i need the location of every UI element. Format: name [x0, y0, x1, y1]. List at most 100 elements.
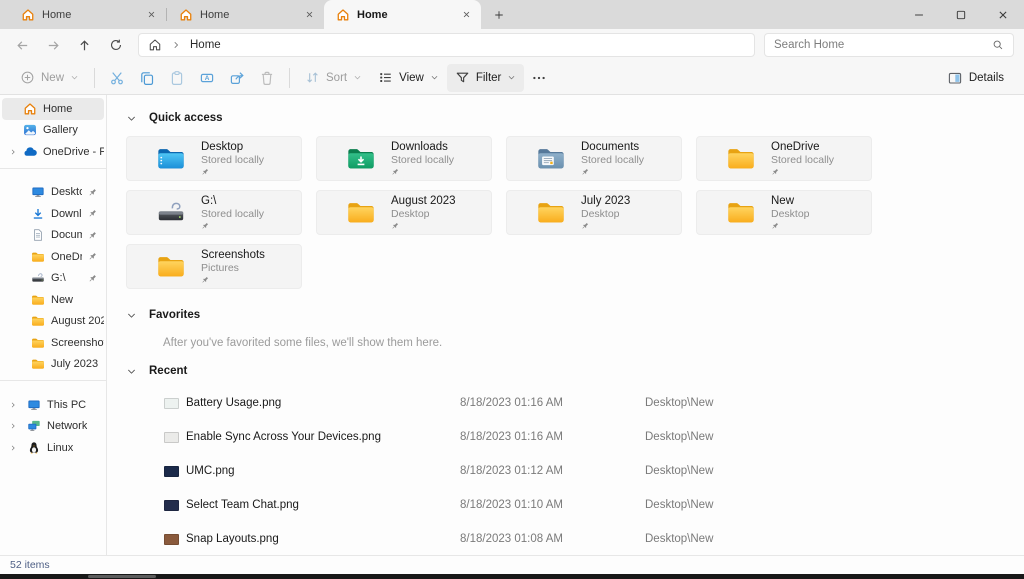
pin-icon[interactable]: [88, 274, 97, 283]
tab-close-icon[interactable]: [458, 6, 475, 23]
pin-icon: [201, 222, 264, 230]
pin-icon: [581, 168, 644, 176]
sidebar-item-downloads[interactable]: Downloads: [2, 203, 104, 225]
sidebar-item-label: July 2023: [51, 358, 98, 370]
quick-access-card-screenshots[interactable]: ScreenshotsPictures: [126, 244, 302, 289]
chevron-right-icon[interactable]: [171, 40, 181, 50]
minimize-button[interactable]: [898, 0, 940, 29]
close-icon: [996, 8, 1010, 22]
pin-icon: [581, 222, 630, 230]
file-row[interactable]: UMC.png 8/18/2023 01:12 AM Desktop\New: [126, 454, 1006, 488]
chevron-down-icon[interactable]: [126, 310, 137, 321]
search-icon[interactable]: [992, 39, 1004, 51]
sidebar-item-july-2023[interactable]: July 2023: [2, 354, 104, 376]
home-icon: [336, 8, 350, 22]
pin-icon[interactable]: [88, 188, 97, 197]
paste-button[interactable]: [162, 64, 192, 92]
chevron-right-icon[interactable]: [9, 401, 17, 409]
sidebar-item-new[interactable]: New: [2, 289, 104, 311]
new-button[interactable]: New: [12, 64, 87, 92]
sidebar-item-this-pc[interactable]: This PC: [2, 394, 104, 416]
file-row[interactable]: Select Team Chat.png 8/18/2023 01:10 AM …: [126, 488, 1006, 522]
forward-button[interactable]: [38, 31, 69, 59]
card-title: July 2023: [581, 195, 630, 208]
refresh-button[interactable]: [100, 31, 131, 59]
tab-close-icon[interactable]: [301, 6, 318, 23]
home-icon: [179, 8, 193, 22]
address-bar[interactable]: Home: [138, 33, 755, 57]
sidebar-item-screenshots[interactable]: Screenshots: [2, 332, 104, 354]
sort-button[interactable]: Sort: [297, 64, 370, 92]
file-row[interactable]: Battery Usage.png 8/18/2023 01:16 AM Des…: [126, 386, 1006, 420]
file-row[interactable]: Snap Layouts.png 8/18/2023 01:08 AM Desk…: [126, 522, 1006, 555]
file-date: 8/18/2023 01:12 AM: [460, 465, 645, 477]
view-button[interactable]: View: [370, 64, 447, 92]
details-button[interactable]: Details: [939, 64, 1012, 92]
folder-desktop-blue-icon: [156, 146, 186, 172]
linux-penguin-icon: [27, 441, 41, 455]
rename-button[interactable]: [192, 64, 222, 92]
quick-access-card-documents[interactable]: DocumentsStored locally: [506, 136, 682, 181]
cut-button[interactable]: [102, 64, 132, 92]
favorites-header[interactable]: Favorites: [126, 306, 1006, 324]
card-title: Downloads: [391, 141, 454, 154]
tab-label: Home: [200, 9, 294, 21]
drive-usb-icon: [156, 200, 186, 226]
card-title: G:\: [201, 195, 264, 208]
quick-access-card-new[interactable]: NewDesktop: [696, 190, 872, 235]
recent-file-list: Battery Usage.png 8/18/2023 01:16 AM Des…: [126, 386, 1006, 555]
recent-header[interactable]: Recent: [126, 362, 1006, 380]
sidebar-item-august-2023[interactable]: August 2023: [2, 311, 104, 333]
copy-button[interactable]: [132, 64, 162, 92]
quick-access-card-july-2023[interactable]: July 2023Desktop: [506, 190, 682, 235]
sidebar-item-g-drive[interactable]: G:\: [2, 268, 104, 290]
chevron-right-icon[interactable]: [9, 148, 17, 156]
quick-access-card-downloads[interactable]: DownloadsStored locally: [316, 136, 492, 181]
chevron-right-icon[interactable]: [9, 422, 17, 430]
tab-label: Home: [42, 9, 136, 21]
folder-yellow-icon: [156, 254, 186, 280]
sidebar-item-onedrive[interactable]: OneDrive: [2, 246, 104, 268]
sidebar-item-desktop[interactable]: Desktop: [2, 182, 104, 204]
tab-close-icon[interactable]: [143, 6, 160, 23]
sidebar-item-network[interactable]: Network: [2, 416, 104, 438]
new-icon: [20, 70, 35, 85]
chevron-right-icon[interactable]: [9, 444, 17, 452]
sidebar-item-home[interactable]: Home: [2, 98, 104, 120]
new-label: New: [41, 72, 64, 84]
maximize-button[interactable]: [940, 0, 982, 29]
back-button[interactable]: [7, 31, 38, 59]
file-location: Desktop\New: [645, 431, 1006, 443]
file-date: 8/18/2023 01:08 AM: [460, 533, 645, 545]
tab-home-3-active[interactable]: Home: [324, 0, 481, 29]
sidebar-separator: [0, 168, 106, 169]
up-button[interactable]: [69, 31, 100, 59]
delete-button[interactable]: [252, 64, 282, 92]
quick-access-card-g-drive[interactable]: G:\Stored locally: [126, 190, 302, 235]
card-subtitle: Desktop: [581, 208, 630, 221]
chevron-down-icon[interactable]: [126, 366, 137, 377]
pin-icon[interactable]: [88, 209, 97, 218]
sidebar-item-linux[interactable]: Linux: [2, 437, 104, 459]
sidebar-item-gallery[interactable]: Gallery: [2, 120, 104, 142]
quick-access-card-desktop[interactable]: DesktopStored locally: [126, 136, 302, 181]
search-box[interactable]: [764, 33, 1014, 57]
close-button[interactable]: [982, 0, 1024, 29]
search-input[interactable]: [774, 39, 992, 51]
more-options-button[interactable]: [524, 64, 554, 92]
share-button[interactable]: [222, 64, 252, 92]
chevron-down-icon[interactable]: [126, 113, 137, 124]
file-row[interactable]: Enable Sync Across Your Devices.png 8/18…: [126, 420, 1006, 454]
tab-home-1[interactable]: Home: [9, 0, 166, 29]
filter-button[interactable]: Filter: [447, 64, 525, 92]
pin-icon[interactable]: [88, 252, 97, 261]
pin-icon[interactable]: [88, 231, 97, 240]
breadcrumb[interactable]: Home: [190, 39, 221, 51]
sidebar-item-documents[interactable]: Documents: [2, 225, 104, 247]
quick-access-header[interactable]: Quick access: [126, 109, 1006, 127]
new-tab-button[interactable]: [487, 3, 511, 27]
sidebar-item-onedrive-personal[interactable]: OneDrive - Persona: [2, 141, 104, 163]
tab-home-2[interactable]: Home: [167, 0, 324, 29]
quick-access-card-august-2023[interactable]: August 2023Desktop: [316, 190, 492, 235]
quick-access-card-onedrive[interactable]: OneDriveStored locally: [696, 136, 872, 181]
